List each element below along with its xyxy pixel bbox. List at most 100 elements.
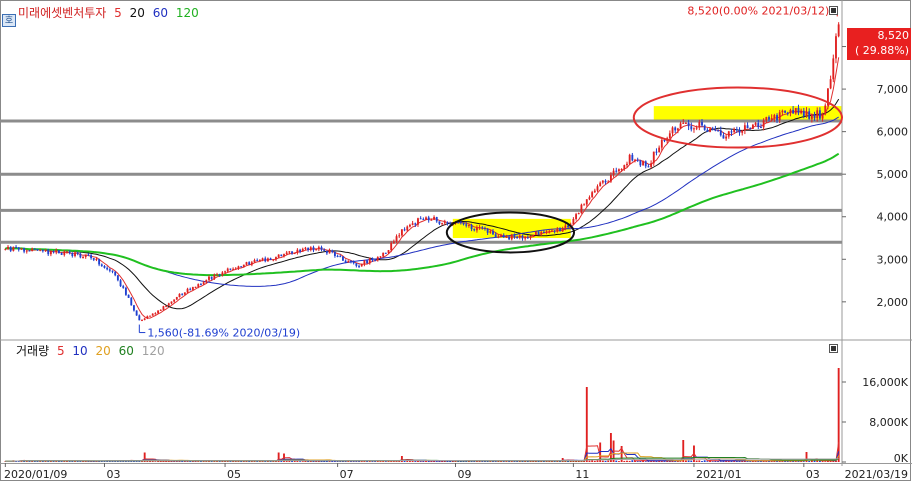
volume-bar <box>457 461 460 462</box>
price-tick-label: 2,000 <box>877 296 909 309</box>
candle <box>92 257 95 262</box>
toggle-icon[interactable]: 호 <box>2 14 16 27</box>
candle <box>363 259 366 267</box>
candle-body <box>711 128 714 130</box>
candle <box>82 255 84 259</box>
candle <box>47 248 50 256</box>
candle-body <box>221 272 224 276</box>
candle-body <box>175 297 178 300</box>
ma120-legend-label: 120 <box>175 6 199 20</box>
volume-bar <box>706 461 709 462</box>
candle-body <box>20 248 23 250</box>
outer-frame <box>0 0 911 481</box>
chart-canvas: 8,520(0.00% 2021/03/12) 1,560(-81.69% 202… <box>0 0 912 481</box>
candle-body <box>674 127 677 131</box>
candle-body <box>800 110 803 114</box>
candle-body <box>33 248 36 250</box>
candle-body <box>567 225 569 228</box>
current-price-tag: 8,520 ( 29.88%) <box>847 28 911 60</box>
price-tick-label: 3,000 <box>877 253 909 266</box>
candle-body <box>17 247 20 250</box>
volume-bar <box>68 461 71 462</box>
volume-bar <box>529 461 532 462</box>
candle-body <box>497 236 500 238</box>
candle-body <box>111 270 114 272</box>
candle-body <box>810 114 813 119</box>
candle-body <box>325 250 328 254</box>
volume-panel-corner-button[interactable] <box>829 344 838 353</box>
candle-body <box>492 231 494 235</box>
candle-body <box>400 229 403 236</box>
candle <box>572 217 575 225</box>
candle-body <box>727 131 730 137</box>
volume-bar <box>411 460 414 462</box>
volume-bar <box>596 460 599 462</box>
candle <box>272 259 275 262</box>
volume-bar <box>711 461 714 462</box>
candle <box>100 263 103 267</box>
ma120-line <box>4 152 840 277</box>
candle-body <box>765 117 768 121</box>
candle-body <box>320 247 323 250</box>
candle <box>108 268 111 273</box>
candle-body <box>127 294 130 298</box>
price-panel-corner-button[interactable] <box>829 6 838 15</box>
candle <box>612 168 615 178</box>
candle-body <box>328 250 331 254</box>
candle-body <box>398 235 401 237</box>
candle-body <box>489 231 492 233</box>
candle <box>84 254 87 259</box>
candle-body <box>593 190 596 193</box>
candle-body <box>521 235 524 239</box>
date-tick-label: 2020/01/09 <box>4 468 67 481</box>
end-date-label: 2021/03/19 <box>845 468 908 481</box>
volume-bar <box>615 460 618 462</box>
candle <box>258 259 261 262</box>
candle <box>266 257 269 262</box>
candle-body <box>130 297 133 306</box>
candle-body <box>534 231 537 235</box>
volume-bar <box>435 461 438 462</box>
candle-body <box>95 258 98 260</box>
candle <box>234 267 237 270</box>
high-annotation: 8,520(0.00% 2021/03/12) <box>687 4 829 17</box>
candle <box>116 275 119 282</box>
candle <box>628 153 631 165</box>
candle-body <box>39 249 42 251</box>
candle-body <box>714 129 717 131</box>
candle-body <box>90 255 93 259</box>
candle <box>122 284 125 289</box>
vma10-legend-label: 10 <box>72 344 88 358</box>
volume-bar <box>684 460 687 462</box>
candle <box>328 248 331 254</box>
candle-body <box>242 264 245 267</box>
candle-body <box>676 128 679 131</box>
candle <box>189 287 192 291</box>
candle-body <box>216 274 218 276</box>
candle-body <box>623 165 626 170</box>
ma60-line <box>5 116 839 287</box>
candle <box>309 246 312 252</box>
candle <box>591 190 594 198</box>
candle-body <box>82 256 84 258</box>
candle-body <box>74 252 76 257</box>
candle-body <box>143 318 146 320</box>
candle-body <box>63 251 66 255</box>
candle-body <box>478 227 481 229</box>
candle-body <box>202 282 205 285</box>
candle-body <box>411 223 414 225</box>
candle <box>435 216 438 223</box>
candle-body <box>12 246 15 251</box>
candle <box>398 233 401 239</box>
highlight-box-1 <box>653 106 842 122</box>
candle-body <box>526 237 529 239</box>
candle-body <box>679 123 682 129</box>
volume-bar <box>74 461 76 462</box>
volume-bar <box>328 461 331 462</box>
candle-body <box>486 228 489 233</box>
ma20-legend-label: 20 <box>129 6 145 20</box>
candle-body <box>620 169 623 171</box>
candle-body <box>835 36 837 59</box>
ma60-legend-label: 60 <box>152 6 169 20</box>
candle-body <box>208 276 210 280</box>
